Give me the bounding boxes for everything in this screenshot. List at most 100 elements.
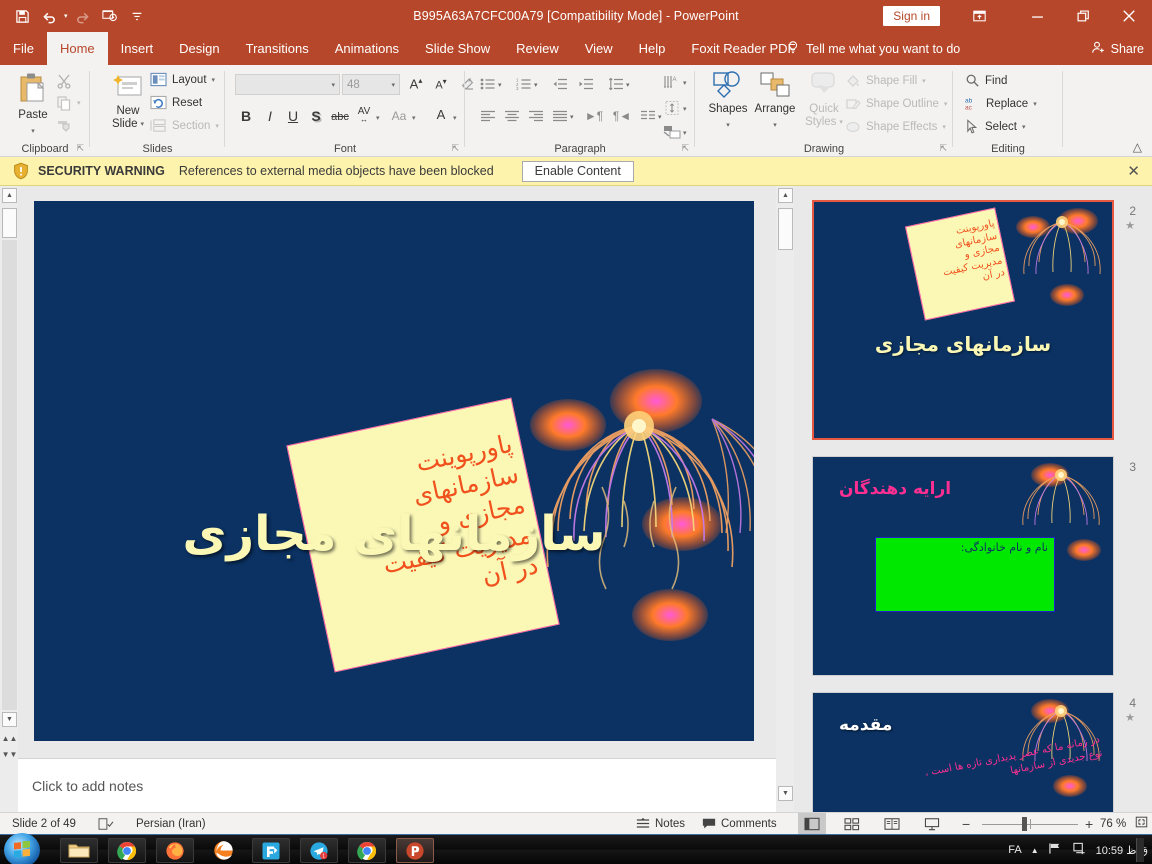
copy-button[interactable]: ▾	[56, 95, 81, 111]
find-button[interactable]: Find	[965, 73, 1007, 88]
zoom-in-button[interactable]: +	[1085, 816, 1093, 832]
enable-content-button[interactable]: Enable Content	[521, 160, 634, 182]
language-indicator[interactable]: Persian (Iran)	[136, 818, 206, 830]
slide-sorter-button[interactable]	[838, 813, 866, 835]
undo-dropdown-icon[interactable]: ▾	[64, 12, 68, 20]
edge-icon[interactable]	[204, 838, 242, 863]
text-direction-dropdown-icon[interactable]: ▾	[683, 79, 687, 87]
change-case-button[interactable]: Aa	[388, 105, 410, 127]
font-color-button[interactable]: A	[430, 103, 452, 125]
layout-button[interactable]: Layout ▾	[150, 72, 215, 87]
character-spacing-button[interactable]: AV ↔	[353, 105, 375, 127]
drawing-dialog-launcher[interactable]: ⇱	[939, 143, 947, 154]
undo-icon[interactable]	[37, 4, 61, 28]
next-slide-icon[interactable]: ▼▼	[2, 748, 18, 761]
show-hidden-icons-icon[interactable]: ▲	[1031, 846, 1039, 855]
format-painter-button[interactable]	[56, 117, 72, 133]
scroll-down-icon[interactable]: ▼	[2, 712, 17, 727]
thumbnail-slide-4[interactable]: مقدمه در زمانه ما که عصر پدیداری تازه ها…	[812, 692, 1114, 812]
bold-button[interactable]: B	[235, 105, 257, 127]
align-text-dropdown-icon[interactable]: ▾	[683, 105, 687, 113]
tab-home[interactable]: Home	[46, 32, 108, 65]
shape-fill-button[interactable]: Shape Fill ▾	[845, 73, 926, 89]
collapse-ribbon-button[interactable]: △	[1133, 140, 1142, 154]
accessibility-checker-icon[interactable]	[98, 817, 114, 831]
start-button[interactable]	[4, 833, 40, 864]
rtl-button[interactable]: ¶◄	[611, 105, 633, 127]
replace-dropdown-icon[interactable]: ▾	[1033, 100, 1037, 108]
arrange-dropdown-icon[interactable]: ▾	[773, 119, 777, 132]
shape-fill-dropdown-icon[interactable]: ▾	[922, 77, 926, 85]
tab-design[interactable]: Design	[166, 32, 232, 65]
save-icon[interactable]	[10, 4, 34, 28]
google-chrome-icon-2[interactable]	[348, 838, 386, 863]
slide-counter[interactable]: Slide 2 of 49	[12, 818, 76, 830]
bullets-button[interactable]	[477, 73, 499, 95]
fit-slide-button[interactable]	[1134, 815, 1149, 832]
foxit-reader-icon[interactable]	[252, 838, 290, 863]
scroll-up-icon[interactable]: ▲	[2, 188, 17, 203]
tab-animations[interactable]: Animations	[322, 32, 412, 65]
current-slide[interactable]: پاورپوینت سازمانهای مجازی و مدیریت کیفیت…	[34, 201, 754, 741]
copy-dropdown-icon[interactable]: ▾	[77, 99, 81, 107]
reading-view-button[interactable]	[878, 813, 906, 835]
redo-icon[interactable]	[71, 4, 95, 28]
tab-view[interactable]: View	[572, 32, 626, 65]
tell-me-box[interactable]: Tell me what you want to do	[786, 32, 960, 65]
section-button[interactable]: Section ▾	[150, 118, 219, 133]
new-slide-button[interactable]: New Slide ▾	[100, 71, 156, 131]
thumbnail-slide-3[interactable]: ارایه دهندگان نام و نام خانوادگی:	[812, 456, 1114, 676]
shape-outline-button[interactable]: Shape Outline ▾	[845, 96, 947, 112]
windows-explorer-icon[interactable]	[60, 838, 98, 863]
line-spacing-dropdown-icon[interactable]: ▾	[626, 81, 630, 89]
clipboard-dialog-launcher[interactable]: ⇱	[76, 143, 84, 154]
google-chrome-icon[interactable]	[108, 838, 146, 863]
ribbon-display-options-button[interactable]	[956, 0, 1002, 32]
zoom-level-label[interactable]: 76 %	[1100, 818, 1126, 830]
numbering-button[interactable]: 123	[513, 73, 535, 95]
notes-pane[interactable]: Click to add notes	[18, 758, 776, 812]
select-button[interactable]: Select ▾	[965, 119, 1025, 134]
center-button[interactable]	[501, 105, 523, 127]
paste-dropdown-icon[interactable]: ▾	[31, 125, 35, 138]
decrease-indent-button[interactable]	[549, 73, 571, 95]
tab-transitions[interactable]: Transitions	[233, 32, 322, 65]
increase-indent-button[interactable]	[575, 73, 597, 95]
share-button[interactable]: Share	[1091, 32, 1144, 65]
font-name-input[interactable]: ▾	[235, 74, 340, 95]
tab-slide-show[interactable]: Slide Show	[412, 32, 503, 65]
network-icon[interactable]	[1048, 842, 1063, 858]
layout-dropdown-icon[interactable]: ▾	[212, 76, 216, 84]
columns-button[interactable]	[637, 105, 659, 127]
minimize-button[interactable]	[1014, 0, 1060, 32]
previous-slide-icon[interactable]: ▲▲	[2, 732, 18, 745]
cut-button[interactable]	[56, 73, 72, 89]
character-spacing-dropdown-icon[interactable]: ▾	[376, 114, 380, 122]
show-desktop-button[interactable]	[1136, 838, 1144, 862]
reset-button[interactable]: Reset	[150, 95, 202, 110]
strikethrough-button[interactable]: abc	[329, 106, 351, 128]
new-slide-dropdown-icon[interactable]: ▾	[141, 118, 145, 131]
font-color-dropdown-icon[interactable]: ▾	[453, 114, 457, 122]
slide-scroll-up-icon[interactable]: ▲	[778, 188, 793, 203]
normal-view-button[interactable]	[798, 812, 826, 835]
italic-button[interactable]: I	[259, 105, 281, 127]
slide-vertical-scrollbar[interactable]: ▲ ▼	[776, 186, 794, 812]
font-dialog-launcher[interactable]: ⇱	[451, 143, 459, 154]
quick-styles-dropdown-icon[interactable]: ▾	[839, 116, 843, 129]
slide-scroll-thumb[interactable]	[778, 208, 793, 250]
change-case-dropdown-icon[interactable]: ▾	[412, 114, 416, 122]
left-scroll-thumb[interactable]	[2, 208, 17, 238]
slide-scroll-down-icon[interactable]: ▼	[778, 786, 793, 801]
text-shadow-button[interactable]: S	[305, 105, 327, 127]
bullets-dropdown-icon[interactable]: ▾	[498, 81, 502, 89]
font-size-input[interactable]: 48 ▾	[342, 74, 400, 95]
increase-font-size-button[interactable]: A▴	[405, 73, 427, 95]
line-spacing-button[interactable]	[605, 73, 627, 95]
tray-language-indicator[interactable]: FA	[1008, 844, 1021, 856]
decrease-font-size-button[interactable]: A▾	[430, 73, 452, 95]
section-dropdown-icon[interactable]: ▾	[215, 122, 219, 130]
align-left-button[interactable]	[477, 105, 499, 127]
shape-effects-button[interactable]: Shape Effects ▾	[845, 119, 946, 135]
telegram-icon[interactable]: 1	[300, 838, 338, 863]
